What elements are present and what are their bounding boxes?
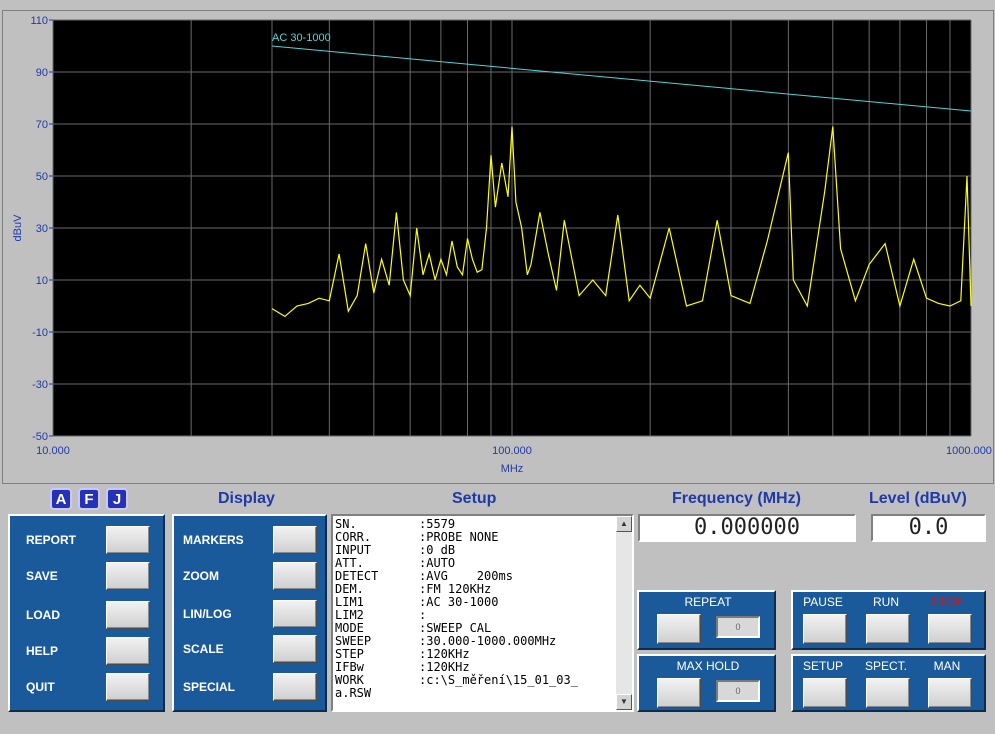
mode-controls-panel: SETUP SPECT. MAN xyxy=(791,654,986,712)
pause-button[interactable] xyxy=(803,614,847,644)
maxhold-indicator: 0 xyxy=(716,680,760,702)
setup-scrollbar[interactable]: ▲ ▼ xyxy=(616,516,632,710)
man-label: MAN xyxy=(933,659,961,673)
x-axis-label: MHz xyxy=(501,463,524,475)
setup-mode-label: SETUP xyxy=(802,659,843,673)
run-button[interactable] xyxy=(866,614,910,644)
repeat-label: REPEAT xyxy=(684,595,732,609)
spect-button[interactable] xyxy=(866,678,910,708)
y-tick-label: 90 xyxy=(36,67,48,79)
maxhold-label: MAX HOLD xyxy=(676,659,740,673)
setup-textbox[interactable]: SN.:5579 CORR.:PROBE NONE INPUT:0 dB ATT.:A… xyxy=(331,514,634,712)
setup-line-key: a.RSW xyxy=(335,686,372,700)
run-label: RUN xyxy=(873,595,899,609)
quit-button[interactable] xyxy=(106,673,150,701)
markers-button[interactable] xyxy=(273,526,317,554)
y-tick-label: 30 xyxy=(36,223,48,235)
setup-heading: Setup xyxy=(452,490,497,507)
special-button[interactable] xyxy=(273,673,317,701)
spectrum-plot-panel: 110 90 70 50 30 10 -10 -30 -50 10.000 100.000 1000.… xyxy=(2,10,994,484)
stop-button[interactable] xyxy=(928,614,972,644)
y-tick-label: -50 xyxy=(32,431,48,443)
file-menu-panel: REPORT SAVE LOAD HELP QUIT xyxy=(8,514,165,712)
report-button[interactable] xyxy=(106,526,150,554)
scale-label: SCALE xyxy=(183,642,224,656)
repeat-button[interactable] xyxy=(657,614,701,644)
report-label: REPORT xyxy=(26,533,77,547)
display-heading: Display xyxy=(218,490,275,507)
scroll-up-icon[interactable]: ▲ xyxy=(616,516,632,532)
scroll-down-icon[interactable]: ▼ xyxy=(616,694,632,710)
help-button[interactable] xyxy=(106,637,150,665)
setup-mode-button[interactable] xyxy=(803,678,847,708)
scale-button[interactable] xyxy=(273,635,317,663)
load-label: LOAD xyxy=(26,608,60,622)
quit-label: QUIT xyxy=(26,680,55,694)
series-label: AC 30-1000 xyxy=(272,32,331,44)
lin-log-label: LIN/LOG xyxy=(183,607,232,621)
spectrum-chart: 110 90 70 50 30 10 -10 -30 -50 10.000 100.000 1000.… xyxy=(12,15,992,475)
repeat-panel: REPEAT 0 xyxy=(637,590,776,650)
afj-button-a[interactable]: A xyxy=(50,488,72,510)
lin-log-button[interactable] xyxy=(273,600,317,628)
zoom-label: ZOOM xyxy=(183,569,219,583)
markers-label: MARKERS xyxy=(183,533,244,547)
level-readout: 0.0 xyxy=(871,514,986,542)
y-tick-label: 50 xyxy=(36,171,48,183)
level-heading: Level (dBuV) xyxy=(869,490,967,507)
y-tick-label: -10 xyxy=(32,327,48,339)
help-label: HELP xyxy=(26,644,59,658)
x-tick-label: 1000.000 xyxy=(946,445,992,457)
afj-button-f[interactable]: F xyxy=(78,488,100,510)
stop-label: STOP xyxy=(930,595,964,609)
special-label: SPECIAL xyxy=(183,680,236,694)
display-menu-panel: MARKERS ZOOM LIN/LOG SCALE SPECIAL xyxy=(172,514,327,712)
pause-label: PAUSE xyxy=(803,595,843,609)
setup-line-value: :c:\S_měření\15_01_03_ xyxy=(419,673,578,687)
setup-line-value: :AC 30-1000 xyxy=(419,595,499,609)
spect-label: SPECT. xyxy=(864,659,907,673)
man-button[interactable] xyxy=(928,678,972,708)
repeat-indicator: 0 xyxy=(716,616,760,638)
x-tick-label: 100.000 xyxy=(492,445,532,457)
maxhold-button[interactable] xyxy=(657,678,701,708)
y-tick-label: 70 xyxy=(36,119,48,131)
afj-button-j[interactable]: J xyxy=(106,488,128,510)
maxhold-panel: MAX HOLD 0 xyxy=(637,654,776,712)
y-tick-label: 110 xyxy=(30,15,48,27)
x-tick-label: 10.000 xyxy=(36,445,70,457)
y-axis-label: dBuV xyxy=(12,214,24,242)
save-label: SAVE xyxy=(26,569,58,583)
save-button[interactable] xyxy=(106,562,150,590)
load-button[interactable] xyxy=(106,601,150,629)
run-controls-panel: PAUSE RUN STOP xyxy=(791,590,986,650)
frequency-readout: 0.000000 xyxy=(638,514,856,542)
frequency-heading: Frequency (MHz) xyxy=(672,490,801,507)
y-tick-label: 10 xyxy=(36,275,48,287)
y-tick-label: -30 xyxy=(32,379,48,391)
zoom-button[interactable] xyxy=(273,562,317,590)
